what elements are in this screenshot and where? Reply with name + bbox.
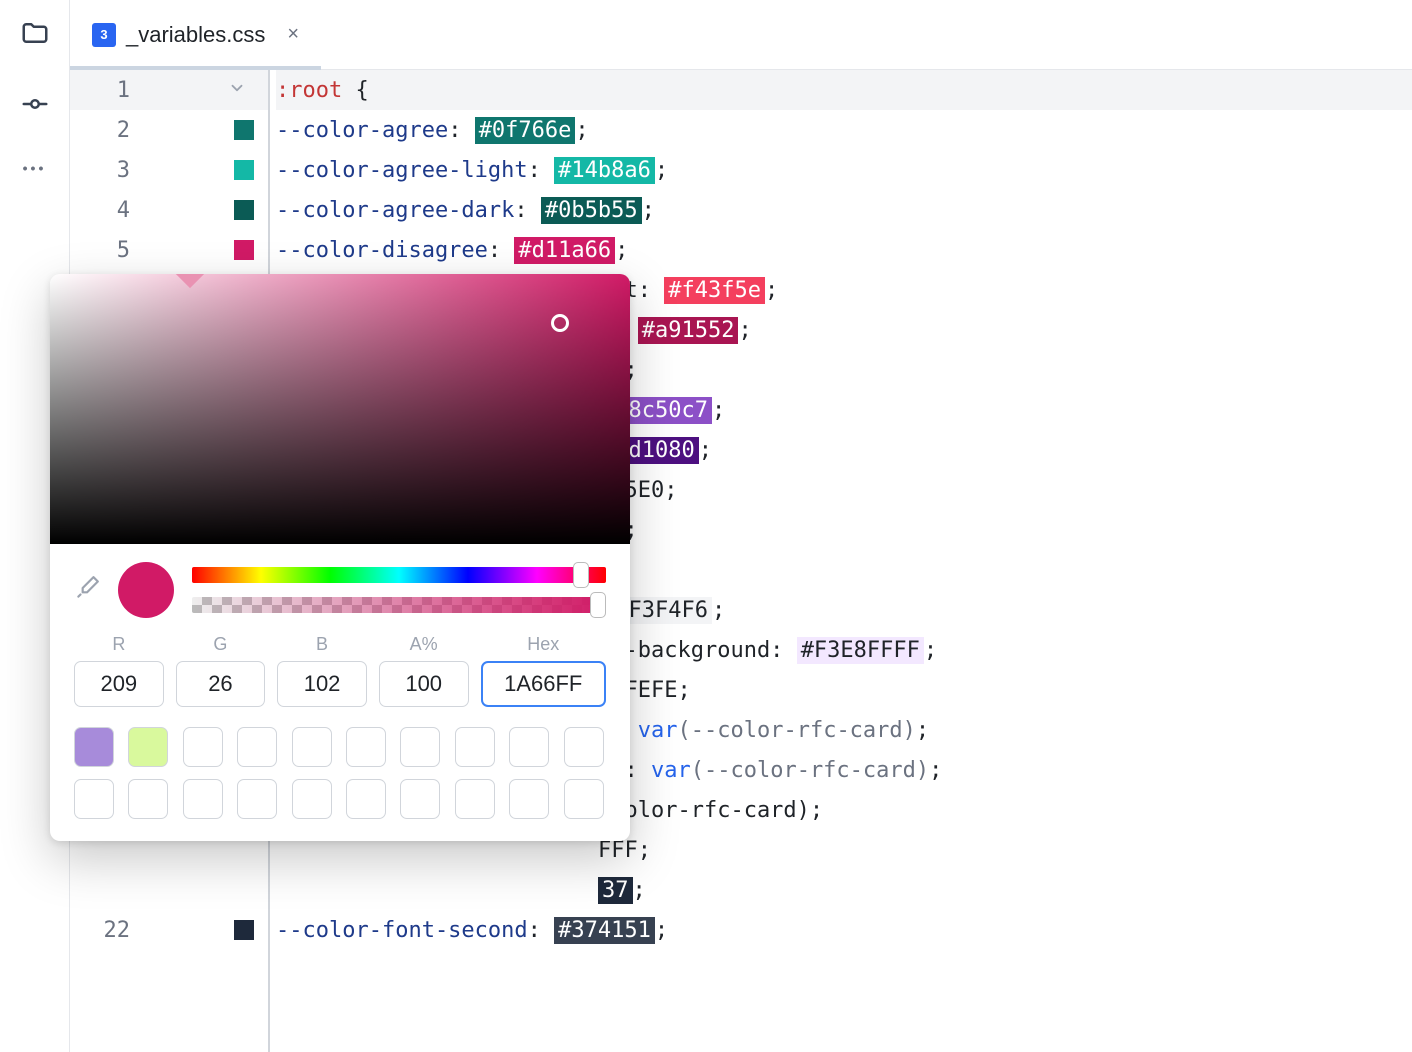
preset-swatch[interactable]: [237, 779, 277, 819]
preset-swatch[interactable]: [400, 779, 440, 819]
g-input[interactable]: [176, 661, 266, 707]
preset-swatch[interactable]: [183, 779, 223, 819]
gutter-color-swatch[interactable]: [234, 240, 254, 260]
gutter-color-swatch[interactable]: [234, 120, 254, 140]
line-number: 22: [70, 918, 150, 943]
g-label: G: [213, 634, 227, 655]
code-line[interactable]: --color-agree-light: #14b8a6;: [276, 150, 1412, 190]
preset-swatch[interactable]: [292, 727, 332, 767]
line-number: 4: [70, 198, 150, 223]
source-control-icon[interactable]: [20, 89, 50, 124]
saturation-brightness-area[interactable]: [50, 274, 630, 544]
preset-swatch[interactable]: [455, 779, 495, 819]
line-number: 1: [70, 78, 150, 103]
code-line[interactable]: --color-agree-dark: #0b5b55;: [276, 190, 1412, 230]
gutter-color-swatch[interactable]: [234, 160, 254, 180]
line-number: 3: [70, 158, 150, 183]
preset-swatch[interactable]: [346, 727, 386, 767]
gutter-line: 4: [70, 190, 268, 230]
alpha-slider[interactable]: [192, 597, 606, 613]
gutter-color-swatch[interactable]: [234, 200, 254, 220]
gutter-line: 3: [70, 150, 268, 190]
gutter-line: 1: [70, 70, 268, 110]
code-line[interactable]: --color-font-second: #374151;: [276, 910, 1412, 950]
b-input[interactable]: [277, 661, 367, 707]
sb-cursor[interactable]: [551, 314, 569, 332]
preset-swatch[interactable]: [346, 779, 386, 819]
a-label: A%: [410, 634, 438, 655]
gutter-line: [70, 870, 268, 910]
eyedropper-icon[interactable]: [74, 575, 100, 606]
preset-swatch[interactable]: [183, 727, 223, 767]
alpha-thumb[interactable]: [590, 592, 606, 618]
gutter-line: 22: [70, 910, 268, 950]
explorer-icon[interactable]: [20, 18, 50, 53]
color-picker-popover: R G B A% Hex: [50, 274, 630, 841]
gutter-line: 5: [70, 230, 268, 270]
gutter-line: 2: [70, 110, 268, 150]
preset-swatch[interactable]: [74, 779, 114, 819]
gutter-color-swatch[interactable]: [234, 920, 254, 940]
fold-chevron-icon[interactable]: [228, 79, 246, 101]
hue-slider[interactable]: [192, 567, 606, 583]
css-file-icon: 3: [92, 23, 116, 47]
more-icon[interactable]: •••: [23, 160, 47, 176]
code-line[interactable]: --color-agree: #0f766e;: [276, 110, 1412, 150]
preset-swatch[interactable]: [564, 779, 604, 819]
preset-swatch[interactable]: [509, 779, 549, 819]
code-line[interactable]: --color-disagree: #d11a66;: [276, 230, 1412, 270]
preset-swatch[interactable]: [74, 727, 114, 767]
hex-label: Hex: [527, 634, 559, 655]
b-label: B: [316, 634, 328, 655]
a-input[interactable]: [379, 661, 469, 707]
preset-swatch[interactable]: [509, 727, 549, 767]
hex-input[interactable]: [481, 661, 606, 707]
r-input[interactable]: [74, 661, 164, 707]
preset-swatch[interactable]: [237, 727, 277, 767]
preset-swatch[interactable]: [128, 779, 168, 819]
code-line[interactable]: :root {: [276, 70, 1412, 110]
line-number: 2: [70, 118, 150, 143]
preset-swatch[interactable]: [292, 779, 332, 819]
close-icon[interactable]: ×: [287, 23, 299, 46]
preset-swatch[interactable]: [564, 727, 604, 767]
r-label: R: [112, 634, 125, 655]
tab-variables-css[interactable]: 3 _variables.css ×: [70, 0, 321, 69]
tab-label: _variables.css: [126, 22, 265, 48]
line-number: 5: [70, 238, 150, 263]
hue-thumb[interactable]: [573, 562, 589, 588]
preset-swatch[interactable]: [128, 727, 168, 767]
preset-swatch[interactable]: [400, 727, 440, 767]
color-preview: [118, 562, 174, 618]
preset-swatch[interactable]: [455, 727, 495, 767]
code-line[interactable]: 37;: [276, 870, 1412, 910]
